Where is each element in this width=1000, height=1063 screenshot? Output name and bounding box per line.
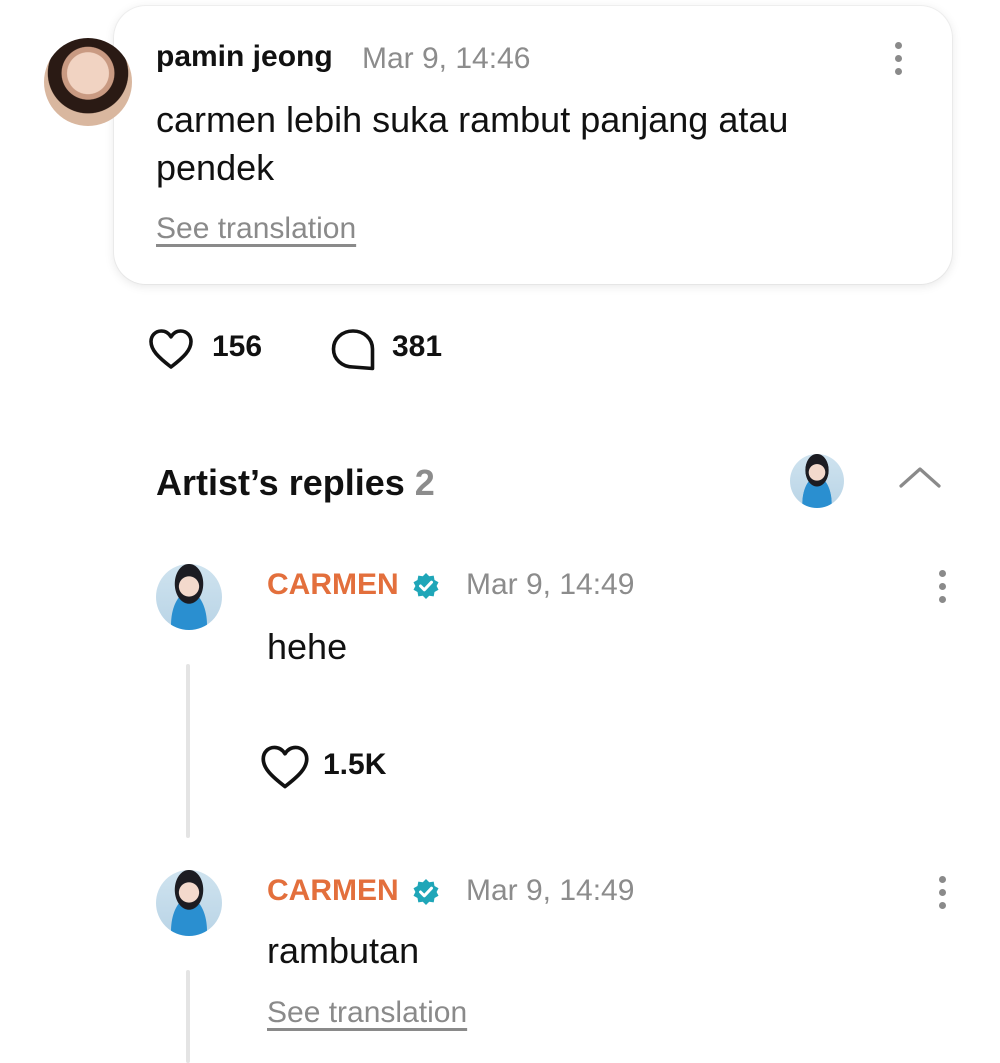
reply-author-name[interactable]: CARMEN [267, 568, 399, 602]
post-body-text: carmen lebih suka rambut panjang atau pe… [156, 99, 789, 188]
post-more-options-icon[interactable] [888, 38, 908, 78]
artist-replies-count: 2 [414, 462, 435, 503]
thread-line [186, 664, 190, 838]
post-see-translation-link[interactable]: See translation [156, 212, 356, 246]
reply-timestamp: Mar 9, 14:49 [466, 874, 635, 907]
reply-like-count: 1.5K [323, 748, 387, 781]
reply-body-text: hehe [267, 626, 348, 667]
thread-line [186, 970, 190, 1063]
post-author-avatar[interactable] [44, 38, 132, 126]
reply-author-avatar[interactable] [156, 564, 222, 630]
speech-bubble-icon[interactable] [330, 328, 376, 372]
artist-replies-title: Artist’s replies [156, 462, 405, 503]
reply-see-translation-link[interactable]: See translation [267, 996, 467, 1030]
reply-body-text: rambutan [267, 930, 420, 971]
reply-author-name[interactable]: CARMEN [267, 874, 399, 908]
heart-outline-icon[interactable] [260, 744, 310, 790]
post-like-count: 156 [212, 330, 263, 363]
reply-more-options-icon[interactable] [932, 872, 952, 912]
post-timestamp: Mar 9, 14:46 [362, 42, 531, 75]
heart-outline-icon[interactable] [148, 328, 194, 370]
chevron-up-icon[interactable] [896, 462, 944, 492]
verified-badge-icon [413, 573, 439, 599]
reply-more-options-icon[interactable] [932, 566, 952, 606]
artist-replies-heading: Artist’s replies 2 [156, 462, 435, 504]
verified-badge-icon [413, 879, 439, 905]
post-comment-count: 381 [392, 330, 443, 363]
reply-author-avatar[interactable] [156, 870, 222, 936]
reply-timestamp: Mar 9, 14:49 [466, 568, 635, 601]
post-author-name[interactable]: pamin jeong [156, 40, 333, 74]
artist-avatar [790, 454, 844, 508]
